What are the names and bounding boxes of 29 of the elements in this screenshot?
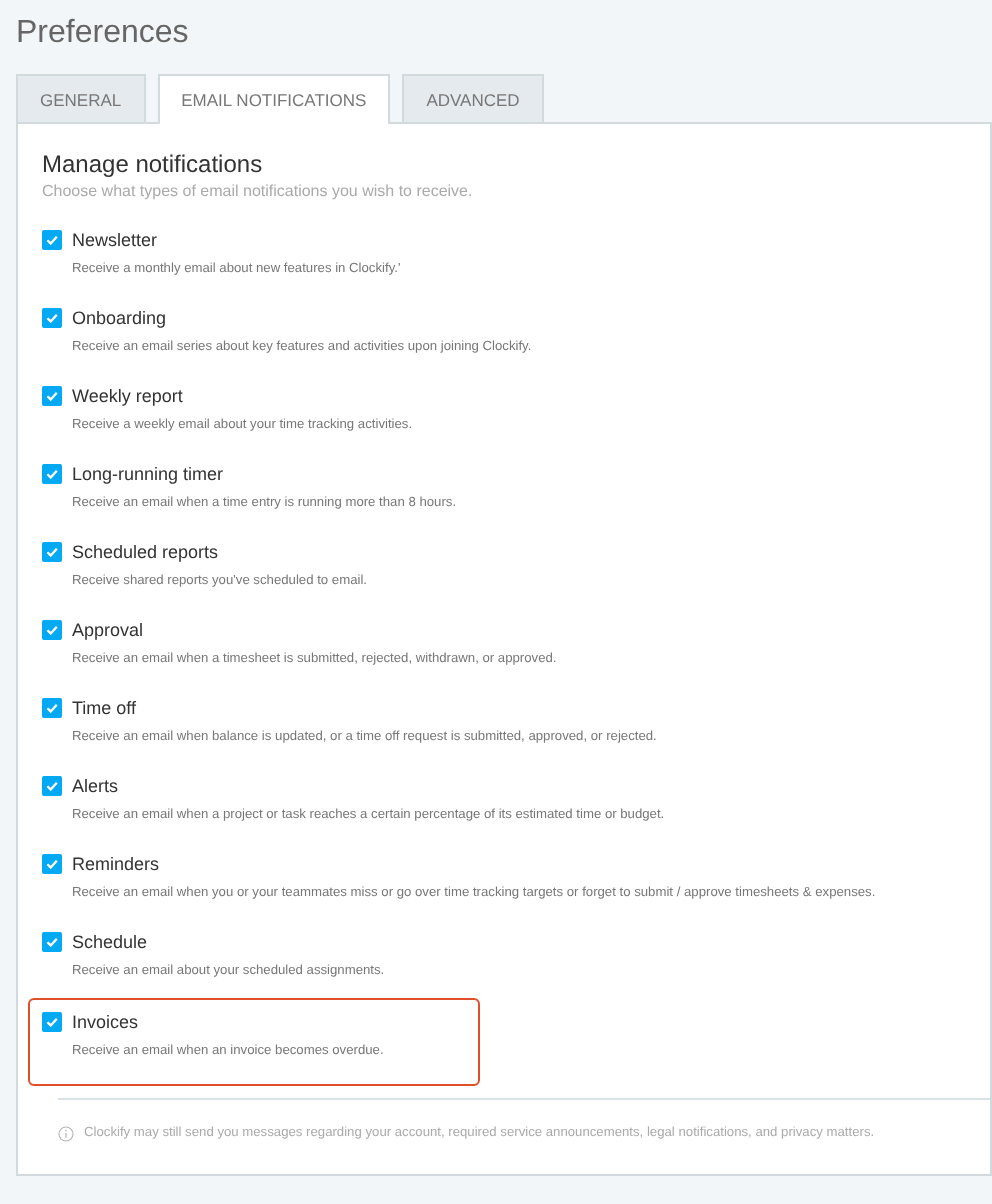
notification-label: Reminders [72,854,160,874]
checkbox[interactable] [42,308,62,328]
notification-label: Approval [72,620,144,640]
notification-label: Newsletter [72,230,158,250]
tab[interactable]: ADVANCED [402,74,544,122]
page-title: Preferences [16,14,191,54]
notification-label: Onboarding [72,308,167,328]
notification-label: Invoices [72,1012,139,1032]
checkbox[interactable] [42,542,62,562]
checkbox[interactable] [42,1012,62,1032]
tab[interactable]: EMAIL NOTIFICATIONS [157,74,391,124]
checkbox[interactable] [42,464,62,484]
section-heading: Manage notifications [42,148,265,180]
notification-label: Time off [72,698,137,718]
notification-label: Schedule [72,932,148,952]
notification-label: Long-running timer [72,464,224,484]
notification-label: Scheduled reports [72,542,219,562]
tab[interactable]: GENERAL [16,74,146,122]
notification-label: Alerts [72,776,119,796]
section-subtitle: Choose what types of email notifications you wish to receive. [42,180,475,204]
checkbox[interactable] [42,698,62,718]
checkbox[interactable] [42,230,62,250]
info-icon [58,1125,74,1141]
checkbox[interactable] [42,932,62,952]
checkbox[interactable] [42,620,62,640]
checkbox[interactable] [42,386,62,406]
checkbox[interactable] [42,854,62,874]
checkbox[interactable] [42,776,62,796]
notification-label: Weekly report [72,386,183,406]
